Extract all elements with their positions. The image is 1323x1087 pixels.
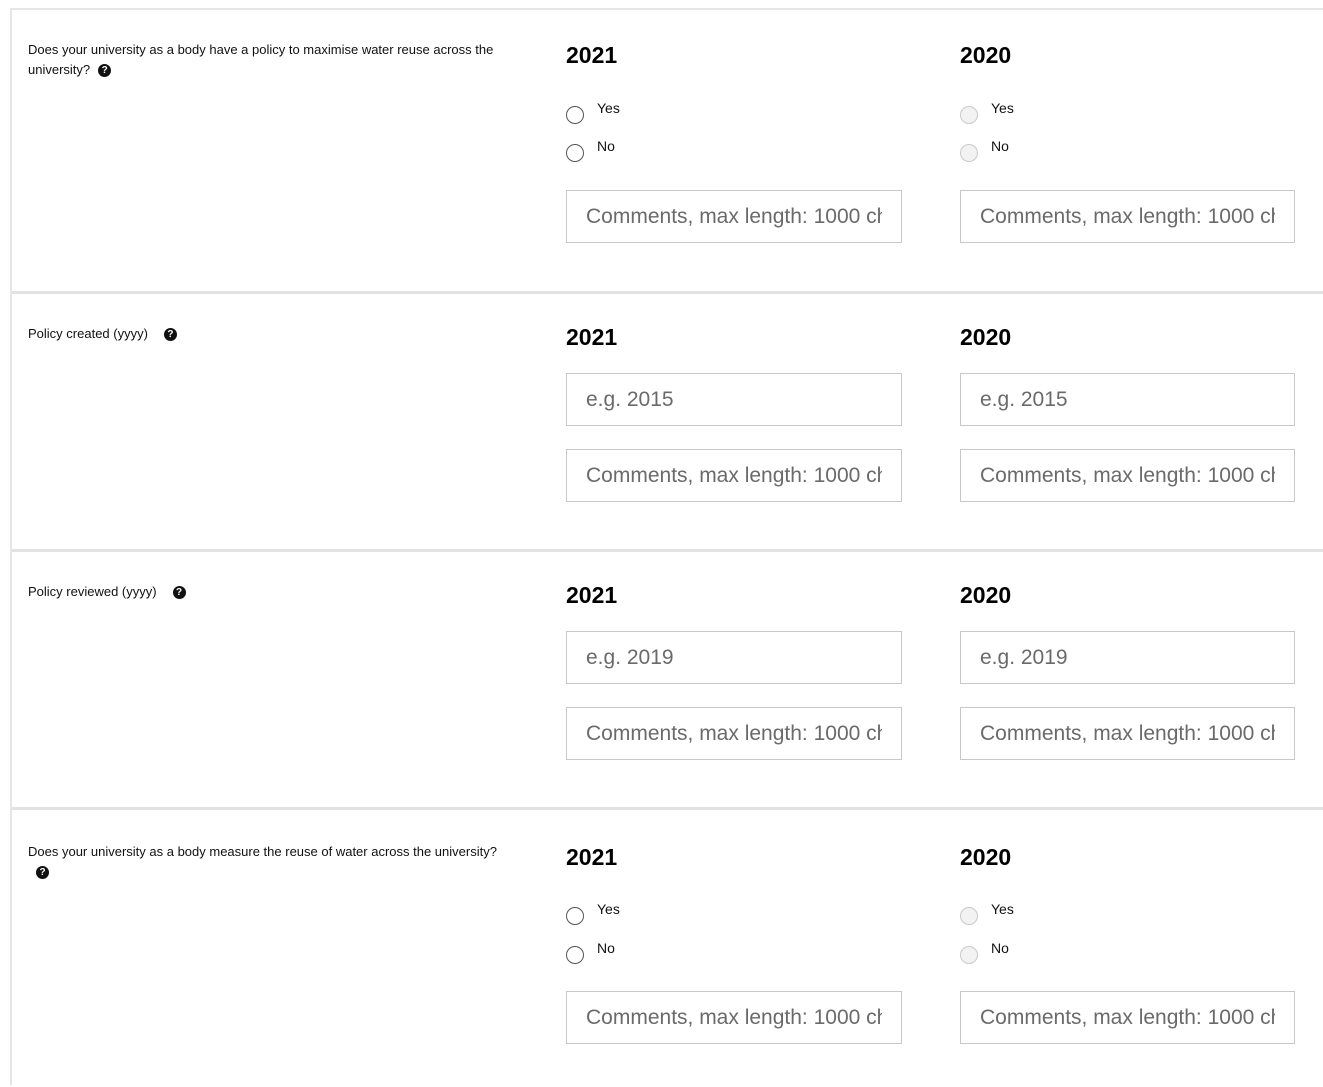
radio-label: Yes [597,901,620,917]
radio-label: No [991,940,1009,956]
comments-input[interactable] [566,707,902,760]
section-reuse-policy: Does your university as a body have a po… [12,10,1323,294]
radio-option-no[interactable]: No [960,940,1160,964]
year-heading: 2021 [566,42,618,68]
help-icon[interactable]: ? [98,64,112,77]
question-policy-reviewed: Policy reviewed (yyyy)? [28,582,498,602]
radio-option-no[interactable]: No [566,940,766,964]
comments-input[interactable] [960,707,1295,760]
question-text: Policy reviewed (yyyy) [28,584,157,599]
radio-option-yes[interactable]: Yes [566,901,766,925]
help-icon[interactable]: ? [163,328,177,341]
section-policy-created: Policy created (yyyy)? 2021 2020 [12,294,1323,552]
radio-label: Yes [991,901,1014,917]
radio-button[interactable] [960,106,978,124]
section-measure-reuse: Does your university as a body measure t… [12,810,1323,1087]
radio-button[interactable] [566,907,584,925]
radio-label: No [597,940,615,956]
radio-button[interactable] [566,106,584,124]
comments-input[interactable] [960,190,1295,243]
year-heading: 2020 [960,42,1012,68]
radio-button[interactable] [960,907,978,925]
radio-button[interactable] [960,946,978,964]
help-icon[interactable]: ? [36,866,49,879]
water-reuse-form: Does your university as a body have a po… [10,8,1323,1085]
year-heading: 2020 [960,324,1012,350]
radio-label: No [991,138,1009,154]
comments-input[interactable] [960,991,1295,1044]
radio-button[interactable] [566,144,584,162]
comments-input[interactable] [566,449,902,502]
year-heading: 2021 [566,324,618,350]
radio-option-yes[interactable]: Yes [566,100,766,124]
radio-option-no[interactable]: No [566,138,766,162]
year-input[interactable] [566,631,902,684]
radio-button[interactable] [960,144,978,162]
year-heading: 2021 [566,844,618,870]
question-reuse-policy: Does your university as a body have a po… [28,40,498,80]
radio-label: Yes [597,100,620,116]
radio-option-yes[interactable]: Yes [960,100,1160,124]
radio-label: Yes [991,100,1014,116]
question-measure-reuse: Does your university as a body measure t… [28,842,498,882]
comments-input[interactable] [960,449,1295,502]
question-policy-created: Policy created (yyyy)? [28,324,498,344]
question-text: Policy created (yyyy) [28,326,148,341]
comments-input[interactable] [566,991,902,1044]
year-heading: 2021 [566,582,618,608]
year-input[interactable] [960,373,1295,426]
year-input[interactable] [566,373,902,426]
radio-button[interactable] [566,946,584,964]
question-text: Does your university as a body measure t… [28,844,497,859]
radio-option-yes[interactable]: Yes [960,901,1160,925]
help-icon[interactable]: ? [172,586,186,599]
year-heading: 2020 [960,844,1012,870]
radio-option-no[interactable]: No [960,138,1160,162]
year-input[interactable] [960,631,1295,684]
radio-label: No [597,138,615,154]
section-policy-reviewed: Policy reviewed (yyyy)? 2021 2020 [12,552,1323,810]
comments-input[interactable] [566,190,902,243]
year-heading: 2020 [960,582,1012,608]
